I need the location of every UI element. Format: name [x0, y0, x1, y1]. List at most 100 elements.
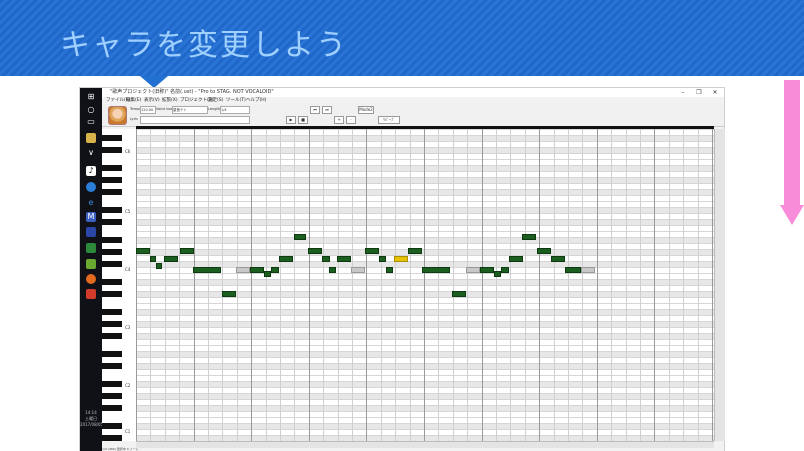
close-button[interactable]: ✕	[708, 88, 722, 97]
note-block[interactable]	[537, 248, 551, 254]
note-block[interactable]	[379, 256, 386, 262]
note-block[interactable]	[494, 271, 501, 277]
menu-edit[interactable]: 編集(E)	[126, 97, 141, 104]
piano-black-key[interactable]	[102, 189, 122, 195]
note-block[interactable]	[308, 248, 322, 254]
piano-black-key[interactable]	[102, 333, 122, 339]
note-block[interactable]	[193, 267, 221, 273]
lyric-input[interactable]	[140, 116, 250, 124]
menu-extend[interactable]: 拡張(X)	[162, 97, 178, 104]
piano-roll-grid[interactable]	[136, 129, 714, 441]
note-block[interactable]	[294, 234, 306, 240]
note-block[interactable]	[264, 271, 271, 277]
piano-black-key[interactable]	[102, 381, 122, 387]
explorer-icon[interactable]	[86, 133, 96, 143]
maximize-button[interactable]: ❐	[692, 88, 706, 97]
note-block[interactable]	[222, 291, 236, 297]
edge-icon[interactable]: e	[86, 198, 96, 208]
windows-taskbar: ⊞ ○ ▭ ∨ ♪ e M 14:14 土曜日 2017/08/05	[80, 88, 103, 451]
stop-button[interactable]: ■	[298, 116, 308, 124]
piano-black-key[interactable]	[102, 393, 122, 399]
paint-icon[interactable]: M	[86, 212, 96, 222]
piano-black-key[interactable]	[102, 177, 122, 183]
piano-black-key[interactable]	[102, 135, 122, 141]
note-block[interactable]	[394, 256, 408, 262]
note-block[interactable]	[180, 248, 194, 254]
chevron-icon[interactable]: ∨	[86, 148, 96, 158]
voice-select[interactable]: 重音テト	[172, 106, 208, 114]
note-block[interactable]	[250, 267, 264, 273]
note-block[interactable]	[466, 267, 480, 273]
grid-vline	[712, 129, 713, 441]
voicebank-avatar[interactable]	[108, 106, 127, 125]
piano-black-key[interactable]	[102, 435, 122, 441]
menu-view[interactable]: 表示(V)	[144, 97, 160, 104]
browser-icon[interactable]	[86, 182, 96, 192]
length-select[interactable]: 1/4	[220, 106, 250, 114]
piano-black-key[interactable]	[102, 423, 122, 429]
note-block[interactable]	[551, 256, 565, 262]
note-block[interactable]	[156, 263, 162, 269]
note-block[interactable]	[136, 248, 150, 254]
note-block[interactable]	[329, 267, 336, 273]
note-block[interactable]	[501, 267, 509, 273]
piano-keyboard[interactable]: C6 C5 C4 C3 C2 C1	[102, 129, 137, 441]
piano-black-key[interactable]	[102, 249, 122, 255]
mode2-button[interactable]: Mode2	[358, 106, 374, 114]
note-block[interactable]	[509, 256, 523, 262]
note-block[interactable]	[322, 256, 330, 262]
search-icon[interactable]: ○	[86, 105, 96, 115]
note-block[interactable]	[422, 267, 450, 273]
menu-settings[interactable]: 設定(S)	[208, 97, 223, 104]
note-block[interactable]	[365, 248, 379, 254]
note-block[interactable]	[452, 291, 466, 297]
firefox-icon[interactable]	[86, 274, 96, 284]
menu-tools[interactable]: ツール(T)	[226, 97, 246, 104]
task-view-icon[interactable]: ▭	[86, 117, 96, 127]
zoom-in-button[interactable]: +	[334, 116, 344, 124]
note-block[interactable]	[565, 267, 581, 273]
piano-black-key[interactable]	[102, 207, 122, 213]
piano-black-key[interactable]	[102, 309, 122, 315]
music-app-icon[interactable]: ♪	[86, 166, 96, 176]
piano-black-key[interactable]	[102, 405, 122, 411]
piano-black-key[interactable]	[102, 279, 122, 285]
store-icon[interactable]	[86, 227, 96, 237]
note-block[interactable]	[386, 267, 393, 273]
piano-black-key[interactable]	[102, 237, 122, 243]
piano-black-key[interactable]	[102, 261, 122, 267]
play-button[interactable]: ▶	[286, 116, 296, 124]
note-block[interactable]	[480, 267, 494, 273]
slide-title: キャラを変更しよう	[60, 28, 348, 63]
note-block[interactable]	[351, 267, 365, 273]
note-block[interactable]	[408, 248, 422, 254]
menu-help[interactable]: ヘルプ(H)	[246, 97, 266, 104]
note-block[interactable]	[522, 234, 536, 240]
piano-black-key[interactable]	[102, 321, 122, 327]
note-block[interactable]	[279, 256, 293, 262]
note-block[interactable]	[164, 256, 178, 262]
shield-icon[interactable]	[86, 259, 96, 269]
rewind-button[interactable]: ⏮	[310, 106, 320, 114]
note-block[interactable]	[337, 256, 351, 262]
windows-icon[interactable]: ⊞	[86, 92, 96, 102]
note-block[interactable]	[236, 267, 250, 273]
forward-button[interactable]: ⏭	[322, 106, 332, 114]
red-app-icon[interactable]	[86, 289, 96, 299]
tempo-field[interactable]: 120.00	[140, 106, 156, 114]
minimize-button[interactable]: –	[676, 88, 690, 97]
piano-black-key[interactable]	[102, 147, 122, 153]
piano-black-key[interactable]	[102, 165, 122, 171]
vertical-scrollbar[interactable]	[714, 129, 725, 441]
piano-black-key[interactable]	[102, 219, 122, 225]
piano-black-key[interactable]	[102, 351, 122, 357]
note-block[interactable]	[150, 256, 156, 262]
piano-black-key[interactable]	[102, 363, 122, 369]
taskbar-clock[interactable]: 14:14 土曜日 2017/08/05	[80, 410, 103, 428]
note-block[interactable]	[271, 267, 279, 273]
zoom-out-button[interactable]: -	[346, 116, 356, 124]
piano-black-key[interactable]	[102, 291, 122, 297]
note-block[interactable]	[581, 267, 595, 273]
reverb-button[interactable]: ﾘﾊﾞｰﾌﾞ	[378, 116, 400, 124]
app-icon[interactable]	[86, 243, 96, 253]
